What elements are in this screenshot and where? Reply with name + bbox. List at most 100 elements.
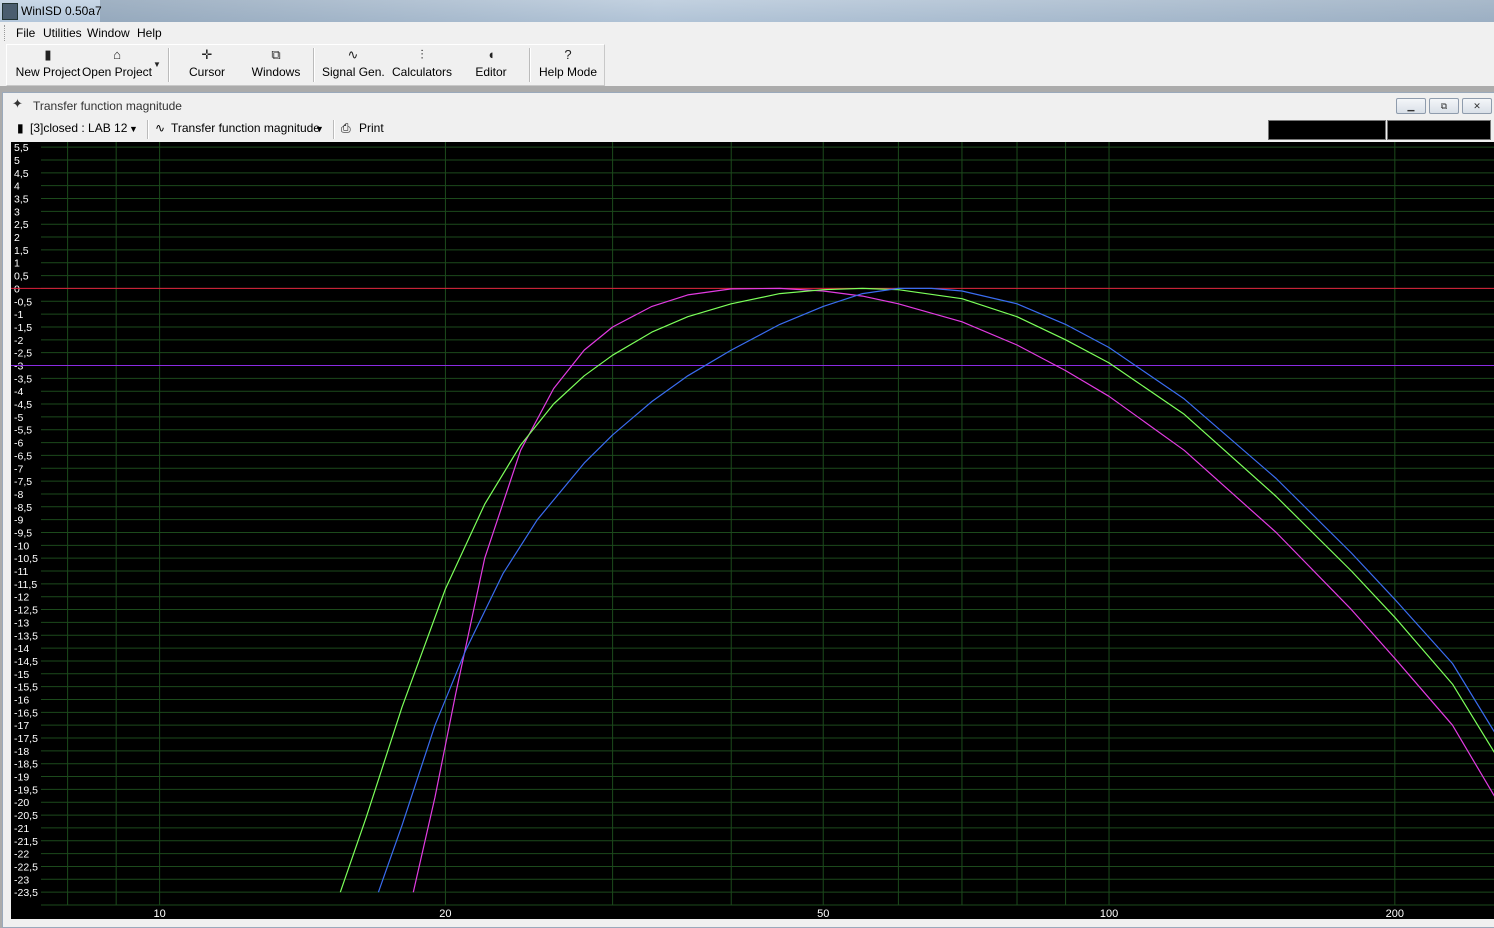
- y-tick-label: -17: [14, 720, 29, 732]
- help-mode-button[interactable]: ? Help Mode: [537, 45, 599, 85]
- menu-grip[interactable]: [4, 25, 8, 41]
- sine-wave-icon: ∿: [347, 47, 359, 62]
- y-tick-label: -6,5: [14, 450, 32, 462]
- y-tick-label: -19: [14, 772, 29, 784]
- windows-icon: ⧉: [271, 47, 281, 62]
- toolbar-separator: [529, 48, 531, 82]
- project-dropdown-icon[interactable]: ▼: [129, 124, 138, 134]
- y-tick-label: -15: [14, 669, 29, 681]
- title-bar-background: [100, 0, 1494, 22]
- speaker-icon: ◖: [487, 47, 495, 62]
- minimize-button[interactable]: ▁: [1396, 98, 1426, 114]
- y-tick-label: 4,5: [14, 168, 29, 180]
- question-icon: ?: [564, 47, 572, 62]
- toolbar-separator: [313, 48, 315, 82]
- y-tick-label: -10: [14, 540, 29, 552]
- y-tick-label: -7,5: [14, 476, 32, 488]
- calculators-label: Calculators: [391, 65, 453, 79]
- y-tick-label: -6: [14, 438, 23, 450]
- y-tick-label: -11,5: [14, 579, 37, 591]
- y-tick-label: -16: [14, 694, 29, 706]
- y-tick-label: -20: [14, 797, 29, 809]
- y-tick-label: -4: [14, 386, 23, 398]
- close-button[interactable]: ✕: [1462, 98, 1492, 114]
- graph-type-icon: ∿: [155, 121, 166, 135]
- folder-icon: ⌂: [113, 47, 121, 62]
- y-tick-label: -14,5: [14, 656, 38, 668]
- y-tick-label: -17,5: [14, 733, 38, 745]
- y-tick-label: -23: [14, 874, 29, 886]
- y-tick-label: 2: [14, 232, 20, 244]
- y-tick-label: -8,5: [14, 502, 32, 514]
- y-tick-label: -5,5: [14, 425, 32, 437]
- graph-toolbar: ▮ [3]closed : LAB 12 ▼ ∿ Transfer functi…: [9, 118, 1493, 141]
- menu-utilities[interactable]: Utilities: [43, 26, 82, 40]
- cursor-icon: ✛: [201, 47, 213, 62]
- dropdown-arrow-icon: ▼: [153, 60, 161, 69]
- window-title: WinISD 0.50a7: [21, 4, 102, 18]
- y-tick-label: 3: [14, 206, 20, 218]
- project-icon: ▮: [17, 121, 24, 135]
- y-tick-label: -3: [14, 361, 23, 373]
- menu-window[interactable]: Window: [87, 26, 130, 40]
- x-tick-label: 100: [1100, 908, 1118, 919]
- y-tick-label: 3,5: [14, 194, 29, 206]
- open-project-button[interactable]: ⌂ Open Project: [81, 45, 153, 85]
- y-tick-label: -18,5: [14, 759, 38, 771]
- graph-type-dropdown-icon[interactable]: ▼: [315, 124, 324, 134]
- app-icon[interactable]: [2, 3, 18, 20]
- editor-button[interactable]: ◖ Editor: [465, 45, 517, 85]
- y-tick-label: -12: [14, 592, 29, 604]
- windows-button[interactable]: ⧉ Windows: [245, 45, 307, 85]
- cursor-button[interactable]: ✛ Cursor: [177, 45, 237, 85]
- menu-bar: File Utilities Window Help: [0, 22, 1494, 43]
- signal-gen-button[interactable]: ∿ Signal Gen.: [322, 45, 385, 85]
- y-tick-label: -3,5: [14, 373, 32, 385]
- plot-area[interactable]: 5,5 5 4,5 4 3,5 3 2,5 2 1,5 1 0,5 0 -0,5 -1 -1,5 -2 -2,5…: [11, 142, 1494, 919]
- y-tick-label: -8: [14, 489, 23, 501]
- transfer-function-window: ✦ Transfer function magnitude ▁ ⧉ ✕ ▮ [3…: [2, 92, 1494, 928]
- y-tick-label: -0,5: [14, 296, 32, 308]
- y-tick-label: -20,5: [14, 810, 38, 822]
- print-button[interactable]: Print: [359, 121, 384, 135]
- y-tick-label: 5: [14, 155, 20, 167]
- y-tick-label: -14: [14, 643, 29, 655]
- windows-label: Windows: [251, 65, 301, 79]
- calculators-button[interactable]: ⫶ Calculators: [389, 45, 455, 85]
- open-project-dropdown[interactable]: ▼: [151, 45, 163, 85]
- graph-toolbar-separator: [333, 120, 335, 139]
- calculator-icon: ⫶: [420, 47, 424, 62]
- y-tick-label: -7: [14, 463, 23, 475]
- series-line-2: [339, 287, 1494, 893]
- y-tick-label: 0,5: [14, 271, 29, 283]
- x-tick-label: 50: [817, 908, 829, 919]
- open-project-label: Open Project: [81, 65, 153, 79]
- y-tick-label: -4,5: [14, 399, 32, 411]
- graph-toolbar-separator: [147, 120, 149, 139]
- restore-button[interactable]: ⧉: [1429, 98, 1459, 114]
- y-tick-label: -23,5: [14, 887, 38, 899]
- y-tick-label: -12,5: [14, 605, 38, 617]
- transfer-function-chart[interactable]: 5,554,543,532,521,510,50-0,5-1-1,5-2-2,5…: [11, 142, 1494, 919]
- menu-file[interactable]: File: [16, 26, 35, 40]
- y-tick-label: -9,5: [14, 527, 32, 539]
- y-tick-label: -16,5: [14, 707, 38, 719]
- title-bar: WinISD 0.50a7: [0, 0, 1494, 23]
- crosshair-icon: ✦: [12, 96, 23, 111]
- y-tick-label: -1: [14, 309, 23, 321]
- child-title-bar[interactable]: ✦ Transfer function magnitude ▁ ⧉ ✕: [3, 93, 1494, 117]
- cursor-readout-x: [1268, 120, 1386, 140]
- y-tick-label: 0: [14, 283, 20, 295]
- menu-help[interactable]: Help: [137, 26, 162, 40]
- y-tick-label: -19,5: [14, 784, 38, 796]
- help-mode-label: Help Mode: [538, 65, 598, 79]
- new-project-button[interactable]: ▮ New Project: [13, 45, 83, 85]
- y-tick-label: -21,5: [14, 836, 38, 848]
- project-select[interactable]: [3]closed : LAB 12: [30, 121, 127, 135]
- y-tick-label: -15,5: [14, 682, 38, 694]
- y-tick-label: -22,5: [14, 861, 38, 873]
- y-tick-label: -21: [14, 823, 29, 835]
- graph-type-select[interactable]: Transfer function magnitude: [171, 121, 320, 135]
- series-line-3: [377, 287, 1494, 893]
- printer-icon: ⎙: [341, 121, 351, 135]
